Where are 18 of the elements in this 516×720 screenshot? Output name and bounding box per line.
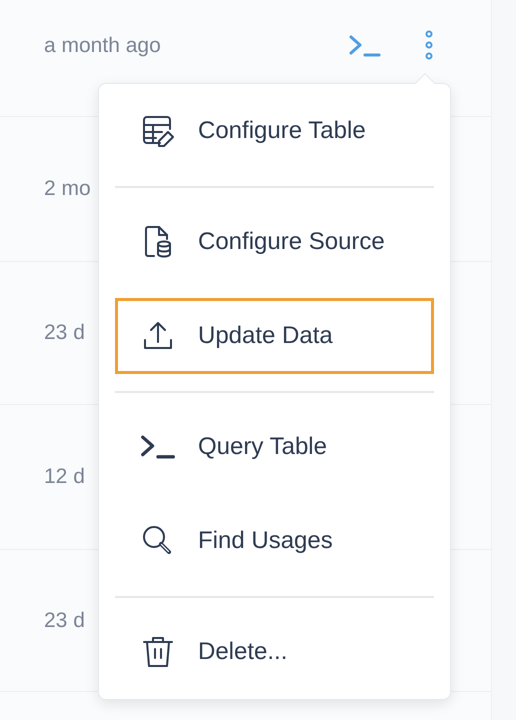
table-edit-icon — [140, 113, 176, 149]
timestamp: 12 d — [44, 464, 85, 490]
menu-item[interactable]: Configure Table — [115, 93, 434, 169]
kebab-icon — [425, 30, 433, 60]
menu-item[interactable]: Query Table — [115, 409, 434, 485]
timestamp: 23 d — [44, 320, 85, 346]
menu-item[interactable]: Delete... — [115, 614, 434, 690]
more-options-button[interactable] — [423, 30, 435, 62]
terminal-icon — [349, 34, 381, 58]
timestamp: 23 d — [44, 608, 85, 634]
menu-item[interactable]: Configure Source — [115, 204, 434, 280]
terminal-icon — [140, 435, 176, 459]
menu-item[interactable]: Find Usages — [115, 503, 434, 579]
query-button[interactable] — [349, 34, 381, 58]
timestamp: 2 mo — [44, 176, 91, 202]
timestamp: a month ago — [44, 33, 161, 60]
menu-item[interactable]: Update Data — [115, 298, 434, 374]
trash-icon — [140, 634, 176, 670]
